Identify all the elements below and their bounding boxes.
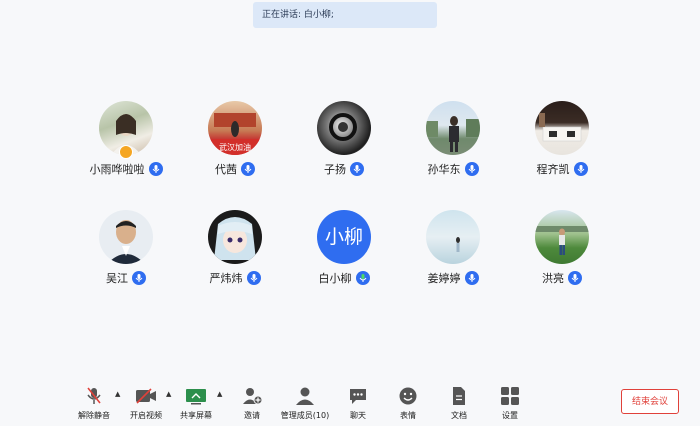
- avatar: [208, 210, 262, 264]
- participant-name-row: 严炜炜: [180, 270, 290, 286]
- participant-name-row: 孙华东: [398, 161, 508, 177]
- invite-button[interactable]: 邀请: [232, 385, 272, 421]
- photo-avatar-image: 武汉加油: [208, 113, 262, 155]
- settings-button[interactable]: 设置: [490, 385, 530, 421]
- participant-tile[interactable]: 姜婷婷: [398, 210, 508, 286]
- participant-name-row: 代茜: [180, 161, 290, 177]
- participant-tile[interactable]: 严炜炜: [180, 210, 290, 286]
- participant-name: 小雨哗啦啦: [89, 163, 145, 176]
- svg-text:武汉加油: 武汉加油: [219, 142, 251, 152]
- microphone-icon: [246, 271, 261, 285]
- participant-tile[interactable]: 孙华东: [398, 101, 508, 177]
- video-options-caret-icon[interactable]: ▲: [166, 390, 171, 398]
- speaking-banner: 正在讲话: 白小柳;: [253, 2, 437, 28]
- share-options-caret-icon[interactable]: ▲: [217, 390, 222, 398]
- participant-tile[interactable]: 程齐凯: [507, 101, 617, 177]
- participant-name-row: 姜婷婷: [398, 270, 508, 286]
- host-badge-icon: [119, 145, 133, 159]
- participant-name: 严炜炜: [209, 272, 243, 285]
- participant-tile[interactable]: 子扬: [289, 101, 399, 177]
- avatar: [426, 101, 480, 155]
- text-avatar: 小柳: [317, 210, 371, 264]
- microphone-speaking-icon: [355, 271, 370, 285]
- photo-avatar-image: [214, 217, 256, 260]
- reactions-button[interactable]: 表情: [388, 385, 428, 421]
- avatar: [535, 210, 589, 264]
- camera-off-icon: [134, 385, 158, 407]
- members-icon: [293, 385, 317, 407]
- emoji-icon: [398, 385, 418, 407]
- avatar: [426, 210, 480, 264]
- participant-name: 姜婷婷: [427, 272, 461, 285]
- share-screen-button[interactable]: 共享屏幕: [174, 385, 218, 421]
- participant-name-row: 小雨哗啦啦: [71, 161, 181, 177]
- participant-tile[interactable]: 洪亮: [507, 210, 617, 286]
- avatar: 武汉加油: [208, 101, 262, 155]
- participant-name: 吴江: [106, 272, 128, 285]
- microphone-icon: [132, 271, 146, 285]
- settings-grid-icon: [500, 385, 520, 407]
- photo-avatar-image: [329, 113, 357, 141]
- participant-tile[interactable]: 吴江: [71, 210, 181, 286]
- documents-button[interactable]: 文档: [439, 385, 479, 421]
- participant-name: 代茜: [215, 163, 237, 176]
- avatar: [317, 101, 371, 155]
- chat-icon: [348, 385, 368, 407]
- participant-name-row: 洪亮: [507, 270, 617, 286]
- microphone-icon: [350, 162, 364, 176]
- microphone-icon: [148, 162, 163, 176]
- photo-avatar-image: [456, 237, 460, 252]
- participant-name: 白小柳: [318, 272, 352, 285]
- photo-avatar-image: [535, 226, 589, 255]
- photo-avatar-image: [539, 113, 582, 142]
- microphone-icon: [241, 162, 255, 176]
- avatar: [535, 101, 589, 155]
- participant-name-row: 子扬: [289, 161, 399, 177]
- share-screen-icon: [185, 385, 207, 407]
- invite-icon: [241, 385, 263, 407]
- end-meeting-button[interactable]: 结束会议: [621, 389, 679, 414]
- microphone-icon: [573, 162, 588, 176]
- participant-name-row: 程齐凯: [507, 161, 617, 177]
- participant-name: 程齐凯: [536, 163, 570, 176]
- unmute-button[interactable]: 解除静音: [72, 385, 116, 421]
- participant-name: 孙华东: [427, 163, 461, 176]
- participant-name-row: 白小柳: [289, 270, 399, 286]
- microphone-icon: [464, 162, 479, 176]
- microphone-muted-icon: [85, 385, 103, 407]
- photo-avatar-image: [107, 220, 145, 264]
- microphone-icon: [568, 271, 582, 285]
- document-icon: [451, 385, 467, 407]
- photo-avatar-image: [426, 116, 480, 152]
- participant-name: 洪亮: [542, 272, 564, 285]
- unmute-options-caret-icon[interactable]: ▲: [115, 390, 120, 398]
- participant-tile[interactable]: 小雨哗啦啦: [71, 101, 181, 177]
- manage-members-button[interactable]: 管理成员(10): [276, 385, 334, 421]
- avatar: [99, 210, 153, 264]
- chat-button[interactable]: 聊天: [338, 385, 378, 421]
- start-video-button[interactable]: 开启视频: [124, 385, 168, 421]
- participant-name: 子扬: [324, 163, 346, 176]
- participant-tile[interactable]: 武汉加油 代茜: [180, 101, 290, 177]
- microphone-icon: [464, 271, 479, 285]
- participant-tile[interactable]: 小柳 白小柳: [289, 210, 399, 286]
- participant-name-row: 吴江: [71, 270, 181, 286]
